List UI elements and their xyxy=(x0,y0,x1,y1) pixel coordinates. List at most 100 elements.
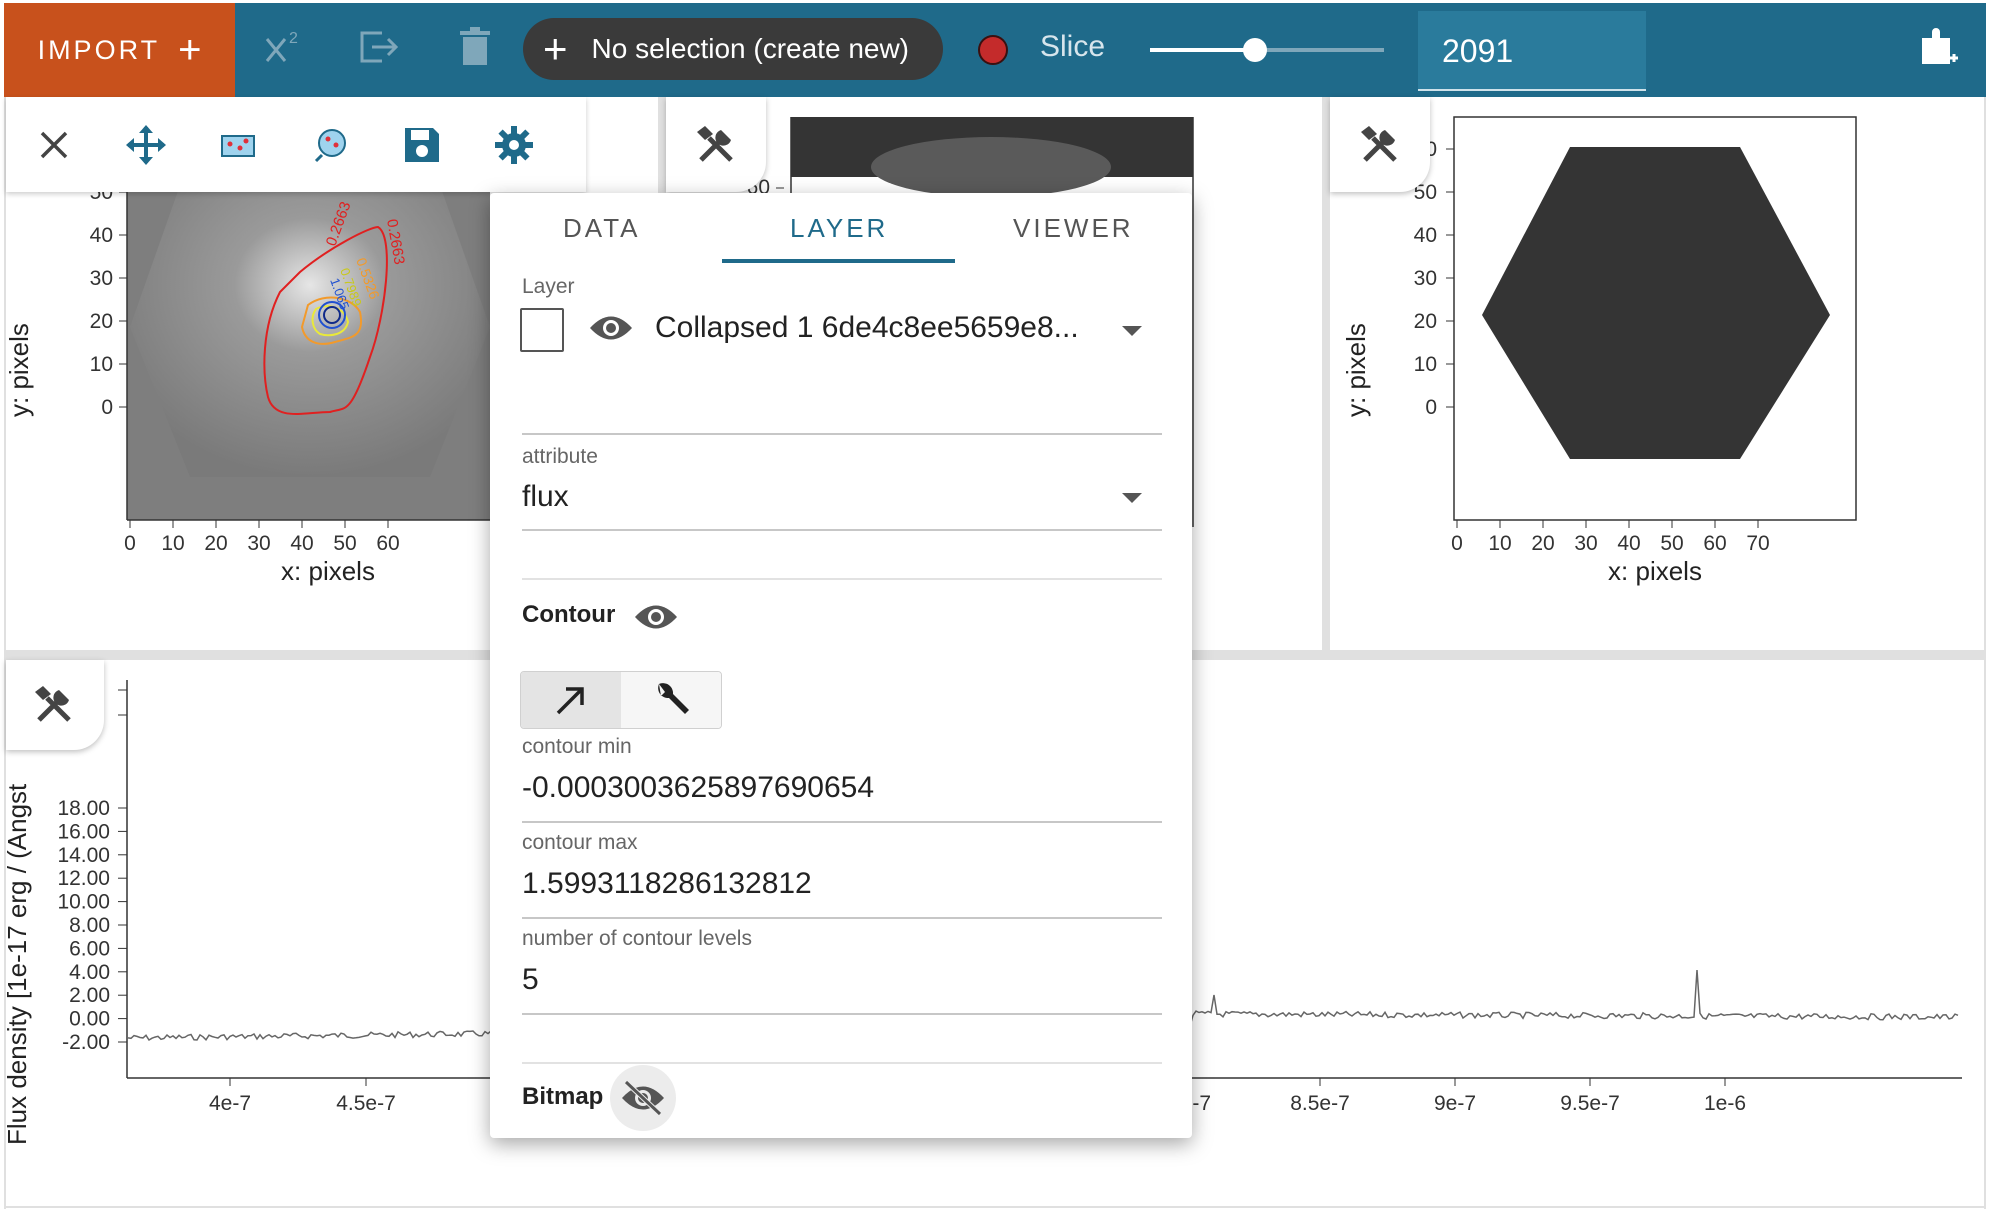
slice-slider-fill xyxy=(1150,48,1256,52)
x-tick-label: 9.5e-7 xyxy=(1560,1092,1620,1115)
image-data-hexagon xyxy=(130,157,490,477)
levels-underline xyxy=(522,1013,1162,1015)
tab-data[interactable]: DATA xyxy=(563,213,640,244)
eye-icon[interactable] xyxy=(633,602,679,637)
levels-label: number of contour levels xyxy=(522,927,752,950)
y-tick-label: 20 xyxy=(1414,310,1437,333)
x-tick-label: 8.5e-7 xyxy=(1290,1092,1350,1115)
plus-icon: + xyxy=(543,25,568,72)
tools-icon[interactable] xyxy=(1350,115,1410,175)
layer-label: Layer xyxy=(522,275,575,298)
contour-mode-toggle xyxy=(520,671,722,729)
import-button[interactable]: IMPORT + xyxy=(4,3,235,97)
y-axis-ticks: -2.000.002.004.006.008.0010.0012.0014.00… xyxy=(57,797,127,1054)
eye-icon[interactable] xyxy=(588,313,634,348)
x-axis-ticks: 0 10 20 30 40 50 60 xyxy=(124,520,400,555)
tools-icon[interactable] xyxy=(686,115,746,175)
panel-splitter-2[interactable] xyxy=(1322,97,1330,650)
attribute-underline xyxy=(522,529,1162,531)
contour-min-value[interactable]: -0.0003003625897690654 xyxy=(522,771,874,805)
x-axis-label: x: pixels xyxy=(281,556,375,586)
trash-icon[interactable] xyxy=(448,20,502,74)
y-tick-label: 8.00 xyxy=(69,914,110,937)
contour-min-label: contour min xyxy=(522,735,632,758)
subset-label: No selection (create new) xyxy=(591,33,910,64)
x-tick-label: 9e-7 xyxy=(1434,1092,1476,1115)
contour-max-underline xyxy=(522,917,1162,919)
x-tick-label: 10 xyxy=(1488,532,1511,555)
tools-icon[interactable] xyxy=(24,675,84,735)
x-tick-label: 0 xyxy=(1451,532,1463,555)
y-tick-label: 30 xyxy=(90,267,113,290)
layer-value[interactable]: Collapsed 1 6de4c8ee5659e8... xyxy=(655,311,1079,345)
x-tick-label: 50 xyxy=(1660,532,1683,555)
layer-underline xyxy=(522,433,1162,435)
contour-title: Contour xyxy=(522,601,616,628)
y-tick-label: 20 xyxy=(90,310,113,333)
y-tick-label: 18.00 xyxy=(57,797,110,820)
y-tick-label: 4.00 xyxy=(69,961,110,984)
y-axis-label: Flux density [1e-17 erg / (Angst xyxy=(2,783,32,1145)
y-tick-label: 2.00 xyxy=(69,984,110,1007)
x-tick-label: 20 xyxy=(1531,532,1554,555)
levels-value[interactable]: 5 xyxy=(522,963,539,997)
spectrum-toolbar xyxy=(6,660,104,750)
y-tick-label: 30 xyxy=(1414,267,1437,290)
save-icon[interactable] xyxy=(392,115,452,175)
slice-value: 2091 xyxy=(1442,33,1514,69)
attribute-value[interactable]: flux xyxy=(522,480,569,514)
chevron-down-icon[interactable] xyxy=(1122,493,1142,503)
x-tick-label: 40 xyxy=(290,532,313,555)
active-tab-indicator xyxy=(722,259,955,263)
y-tick-label: 10 xyxy=(90,353,113,376)
x-tick-label: 30 xyxy=(1574,532,1597,555)
circle-select-icon[interactable] xyxy=(300,115,360,175)
x-axis-label: x: pixels xyxy=(1608,556,1702,586)
layer-checkbox[interactable] xyxy=(520,308,564,352)
viewer-1-toolbar xyxy=(6,97,586,192)
x-tick-label: 4.5e-7 xyxy=(336,1092,396,1115)
viewer-2-toolbar xyxy=(666,97,766,192)
slice-value-field[interactable]: 2091 xyxy=(1418,11,1646,91)
x-tick-label: 40 xyxy=(1617,532,1640,555)
chevron-down-icon[interactable] xyxy=(1122,326,1142,336)
attribute-label: attribute xyxy=(522,445,598,468)
contour-min-underline xyxy=(522,821,1162,823)
pan-zoom-icon[interactable] xyxy=(116,115,176,175)
x-axis-ticks: 0 10 20 30 40 50 60 70 xyxy=(1451,520,1770,555)
gear-icon[interactable] xyxy=(484,115,544,175)
image-viewer-3[interactable]: 010203040506070 0102030405060 x: pixels … xyxy=(1330,97,1984,650)
x-tick-label: 60 xyxy=(376,532,399,555)
eye-off-icon[interactable] xyxy=(610,1065,676,1131)
x-squared-icon[interactable]: 2 xyxy=(258,20,312,74)
close-icon[interactable] xyxy=(24,115,84,175)
rectangle-select-icon[interactable] xyxy=(208,115,268,175)
y-tick-label: 10 xyxy=(1414,353,1437,376)
y-tick-label: 6.00 xyxy=(69,937,110,960)
viewer-3-toolbar xyxy=(1330,97,1430,192)
y-tick-label: 10.00 xyxy=(57,891,110,914)
subset-selector[interactable]: + No selection (create new) xyxy=(523,18,943,80)
tab-layer[interactable]: LAYER xyxy=(790,213,888,244)
import-label: IMPORT xyxy=(37,34,161,65)
export-icon[interactable] xyxy=(352,20,406,74)
contour-max-label: contour max xyxy=(522,831,638,854)
y-axis-ticks: 01020304050 xyxy=(90,181,127,419)
plugin-tray-icon[interactable] xyxy=(1920,28,1960,72)
y-tick-label: 40 xyxy=(1414,224,1437,247)
y-tick-label: 12.00 xyxy=(57,867,110,890)
x-tick-label: 10 xyxy=(161,532,184,555)
section-divider xyxy=(522,1062,1162,1064)
bottom-border xyxy=(4,1206,1986,1208)
contour-max-value[interactable]: 1.5993118286132812 xyxy=(522,867,812,901)
x-tick-label: 20 xyxy=(204,532,227,555)
plus-icon: + xyxy=(178,28,202,72)
y-tick-label: 0 xyxy=(1425,396,1437,419)
image-data-blob xyxy=(871,137,1111,197)
x-tick-label: 0 xyxy=(124,532,136,555)
subset-color-swatch[interactable] xyxy=(978,35,1008,65)
tab-viewer[interactable]: VIEWER xyxy=(1013,213,1134,244)
arrow-icon[interactable] xyxy=(521,672,621,728)
y-tick-label: -2.00 xyxy=(62,1031,110,1054)
wrench-icon[interactable] xyxy=(621,672,721,728)
